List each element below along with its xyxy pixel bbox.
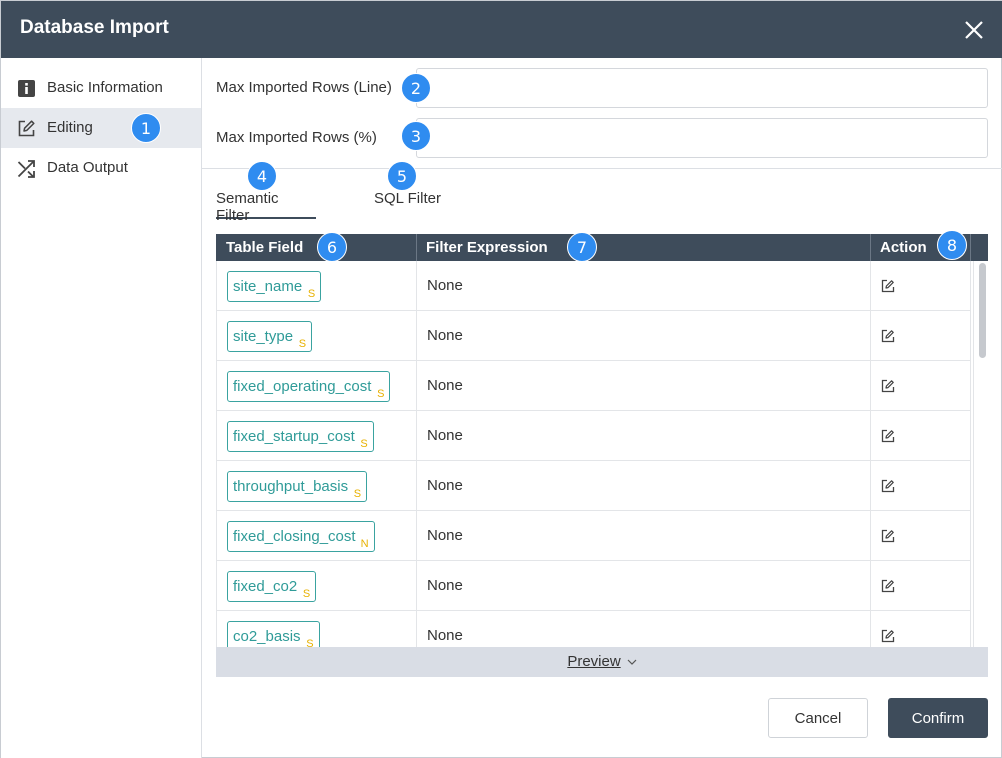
table-row: fixed_co2 S None xyxy=(217,561,971,611)
cancel-button[interactable]: Cancel xyxy=(768,698,868,738)
field-name: fixed_closing_cost xyxy=(233,528,356,545)
field-type-badge: S xyxy=(360,438,368,450)
table-row: fixed_operating_cost S None xyxy=(217,361,971,411)
field-chip: co2_basis S xyxy=(227,621,320,647)
field-chip: site_name S xyxy=(227,271,322,302)
edit-icon[interactable] xyxy=(881,379,895,393)
table-row: throughput_basis S None xyxy=(217,461,971,511)
table-row: site_type S None xyxy=(217,311,971,361)
filter-expression: None xyxy=(427,327,463,344)
column-header-table-field: Table Field xyxy=(226,239,304,256)
database-import-dialog: Database Import Basic Information Editin… xyxy=(0,0,1002,758)
preview-link[interactable]: Preview xyxy=(567,653,620,670)
info-icon xyxy=(18,80,35,97)
sidebar-item-editing[interactable]: Editing xyxy=(1,108,201,148)
table-row: co2_basis S None xyxy=(217,611,971,647)
field-name: co2_basis xyxy=(233,628,301,645)
table-row: fixed_closing_cost N None xyxy=(217,511,971,561)
field-type-badge: S xyxy=(298,338,307,350)
field-chip: throughput_basis S xyxy=(227,471,368,502)
edit-icon[interactable] xyxy=(881,429,895,443)
section-divider xyxy=(202,168,1002,169)
column-header-filter-expression: Filter Expression xyxy=(426,239,548,256)
tab-semantic-filter[interactable]: Semantic Filter xyxy=(216,190,316,224)
filter-expression: None xyxy=(427,377,463,394)
edit-icon xyxy=(18,120,35,137)
sidebar-item-label: Editing xyxy=(47,119,93,136)
filter-expression: None xyxy=(427,427,463,444)
field-chip: fixed_startup_cost S xyxy=(227,421,374,452)
field-type-badge: S xyxy=(377,388,385,400)
callout-badge-4: 4 xyxy=(247,161,277,191)
field-chip: fixed_closing_cost N xyxy=(227,521,375,552)
field-type-badge: S xyxy=(307,288,316,300)
edit-icon[interactable] xyxy=(881,479,895,493)
field-chip: fixed_co2 S xyxy=(227,571,317,602)
callout-badge-1: 1 xyxy=(131,113,161,143)
edit-icon[interactable] xyxy=(881,579,895,593)
edit-icon[interactable] xyxy=(881,529,895,543)
dialog-titlebar: Database Import xyxy=(1,1,1002,58)
field-type-badge: N xyxy=(360,538,369,550)
field-type-badge: S xyxy=(302,588,311,600)
table-row: fixed_startup_cost S None xyxy=(217,411,971,461)
field-name: fixed_operating_cost xyxy=(233,378,372,395)
field-name: throughput_basis xyxy=(233,478,349,495)
column-header-action: Action xyxy=(880,239,927,256)
field-chip: fixed_operating_cost S xyxy=(227,371,391,402)
callout-badge-6: 6 xyxy=(317,232,347,262)
sidebar-item-data-output[interactable]: Data Output xyxy=(1,148,201,188)
callout-badge-5: 5 xyxy=(387,161,417,191)
max-rows-pct-input[interactable] xyxy=(416,118,988,158)
table-body: site_name S None site_type S None fixed_op… xyxy=(216,261,988,647)
field-type-badge: S xyxy=(353,488,362,500)
field-name: fixed_startup_cost xyxy=(233,428,355,445)
sidebar-item-label: Data Output xyxy=(47,159,128,176)
table-scrollbar-thumb[interactable] xyxy=(979,263,986,358)
sidebar-item-label: Basic Information xyxy=(47,79,163,96)
tab-sql-filter[interactable]: SQL Filter xyxy=(374,190,441,219)
chevron-down-icon xyxy=(627,659,637,665)
field-type-badge: S xyxy=(306,638,314,648)
callout-badge-3: 3 xyxy=(401,121,431,151)
field-name: site_name xyxy=(233,278,303,295)
filter-expression: None xyxy=(427,477,463,494)
close-icon[interactable] xyxy=(959,15,989,45)
callout-badge-2: 2 xyxy=(401,73,431,103)
field-chip: site_type S xyxy=(227,321,313,352)
confirm-button[interactable]: Confirm xyxy=(888,698,988,738)
shuffle-icon xyxy=(17,160,35,178)
edit-icon[interactable] xyxy=(881,629,895,643)
callout-badge-7: 7 xyxy=(567,232,597,262)
sidebar-item-basic-information[interactable]: Basic Information xyxy=(1,68,201,108)
field-name: site_type xyxy=(233,328,294,345)
sidebar: Basic Information Editing Data Output xyxy=(1,58,202,758)
dialog-title: Database Import xyxy=(20,17,169,38)
filter-expression: None xyxy=(427,527,463,544)
callout-badge-8: 8 xyxy=(937,230,967,260)
max-rows-pct-label: Max Imported Rows (%) xyxy=(216,129,377,146)
filter-expression: None xyxy=(427,277,463,294)
filter-expression: None xyxy=(427,627,463,644)
table-row: site_name S None xyxy=(217,261,971,311)
max-rows-line-input[interactable] xyxy=(416,68,988,108)
max-rows-line-label: Max Imported Rows (Line) xyxy=(216,79,392,96)
filter-expression: None xyxy=(427,577,463,594)
column-divider xyxy=(970,234,971,261)
field-name: fixed_co2 xyxy=(233,578,298,595)
edit-icon[interactable] xyxy=(881,329,895,343)
preview-bar[interactable]: Preview xyxy=(216,647,988,677)
edit-icon[interactable] xyxy=(881,279,895,293)
